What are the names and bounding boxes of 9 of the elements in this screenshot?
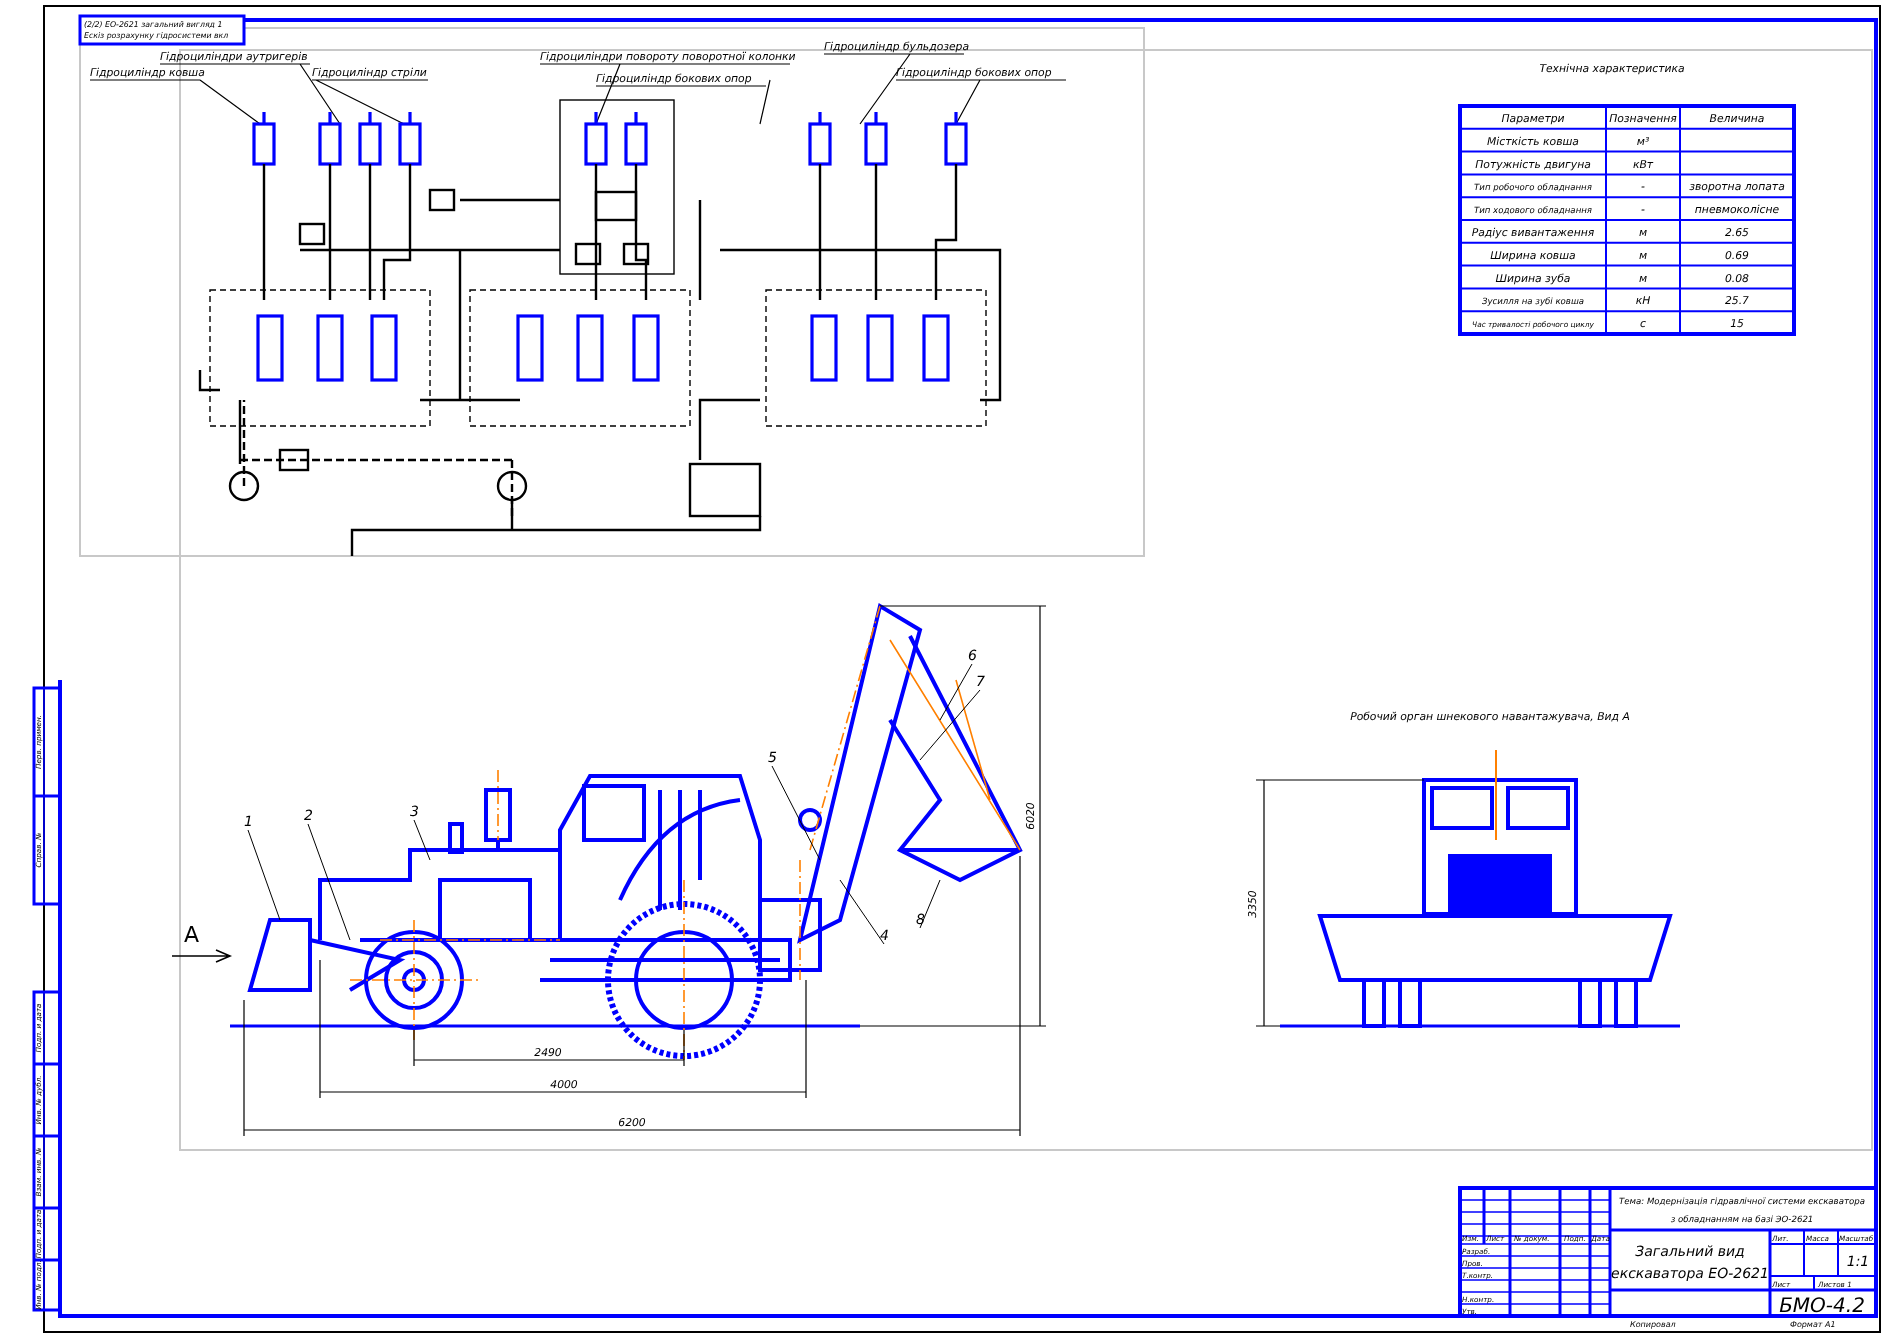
- leader-line: [247, 829, 281, 921]
- leader-line: [771, 765, 821, 861]
- view-arrow: [171, 949, 233, 963]
- leader-line: [413, 819, 431, 861]
- leader-line: [919, 879, 941, 929]
- leader-line: [307, 823, 351, 941]
- drawing-code: БМО-4.2: [1779, 1296, 1865, 1318]
- leader-line: [839, 879, 885, 945]
- view-arrow-label: А: [184, 922, 200, 948]
